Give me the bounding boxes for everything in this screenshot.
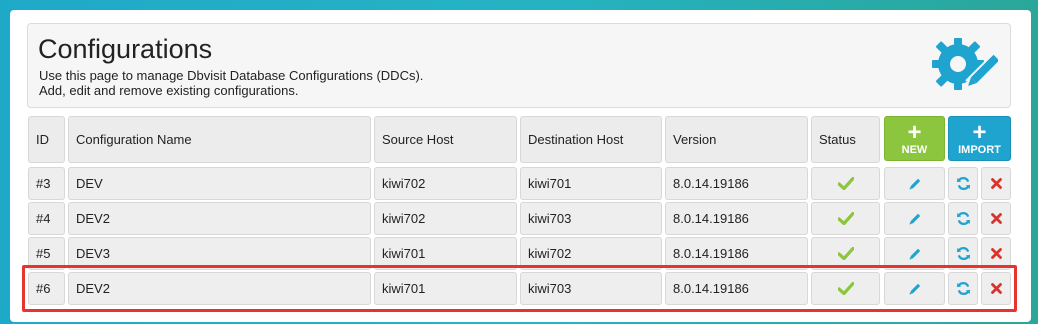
column-header-status: Status (811, 116, 880, 163)
page-header: Configurations Use this page to manage D… (27, 23, 1011, 108)
column-header-id: ID (28, 116, 65, 163)
row-destination-host: kiwi703 (520, 202, 662, 235)
new-button[interactable]: + NEW (884, 116, 945, 161)
table-row: #3 DEV kiwi702 kiwi701 8.0.14.19186 (28, 167, 1012, 200)
column-header-source-host: Source Host (374, 116, 517, 163)
column-header-destination-host: Destination Host (520, 116, 662, 163)
gear-pencil-icon (928, 34, 998, 98)
check-icon (837, 212, 854, 225)
row-version: 8.0.14.19186 (665, 202, 808, 235)
row-highlight-box (22, 265, 1017, 312)
check-icon (837, 177, 854, 190)
close-icon (990, 178, 1002, 189)
close-icon (990, 213, 1002, 224)
pencil-icon (909, 213, 920, 224)
pencil-icon (909, 248, 920, 259)
sync-button[interactable] (948, 202, 978, 235)
refresh-icon (956, 246, 970, 261)
edit-button[interactable] (884, 167, 945, 200)
page-description: Use this page to manage Dbvisit Database… (39, 68, 423, 98)
plus-icon: + (907, 118, 922, 146)
row-id: #3 (28, 167, 65, 200)
page-title: Configurations (38, 34, 213, 64)
refresh-icon (956, 211, 970, 226)
close-icon (990, 248, 1002, 259)
row-config-name: DEV2 (68, 202, 371, 235)
check-icon (837, 247, 854, 260)
plus-icon: + (972, 118, 987, 146)
edit-button[interactable] (884, 202, 945, 235)
table-row: #4 DEV2 kiwi702 kiwi703 8.0.14.19186 (28, 202, 1012, 235)
refresh-icon (956, 176, 970, 191)
new-button-label: NEW (901, 143, 928, 156)
description-line-1: Use this page to manage Dbvisit Database… (39, 68, 424, 83)
row-id: #4 (28, 202, 65, 235)
description-line-2: Add, edit and remove existing configurat… (39, 83, 299, 98)
import-button[interactable]: + IMPORT (948, 116, 1011, 161)
column-header-version: Version (665, 116, 808, 163)
sync-button[interactable] (948, 167, 978, 200)
table-header-row: ID Configuration Name Source Host Destin… (28, 116, 1012, 163)
column-header-name: Configuration Name (68, 116, 371, 163)
delete-button[interactable] (981, 202, 1011, 235)
import-button-label: IMPORT (958, 143, 1001, 156)
row-version: 8.0.14.19186 (665, 167, 808, 200)
row-status (811, 167, 880, 200)
row-source-host: kiwi702 (374, 202, 517, 235)
delete-button[interactable] (981, 167, 1011, 200)
row-source-host: kiwi702 (374, 167, 517, 200)
row-destination-host: kiwi701 (520, 167, 662, 200)
row-status (811, 202, 880, 235)
row-config-name: DEV (68, 167, 371, 200)
pencil-icon (909, 178, 920, 189)
